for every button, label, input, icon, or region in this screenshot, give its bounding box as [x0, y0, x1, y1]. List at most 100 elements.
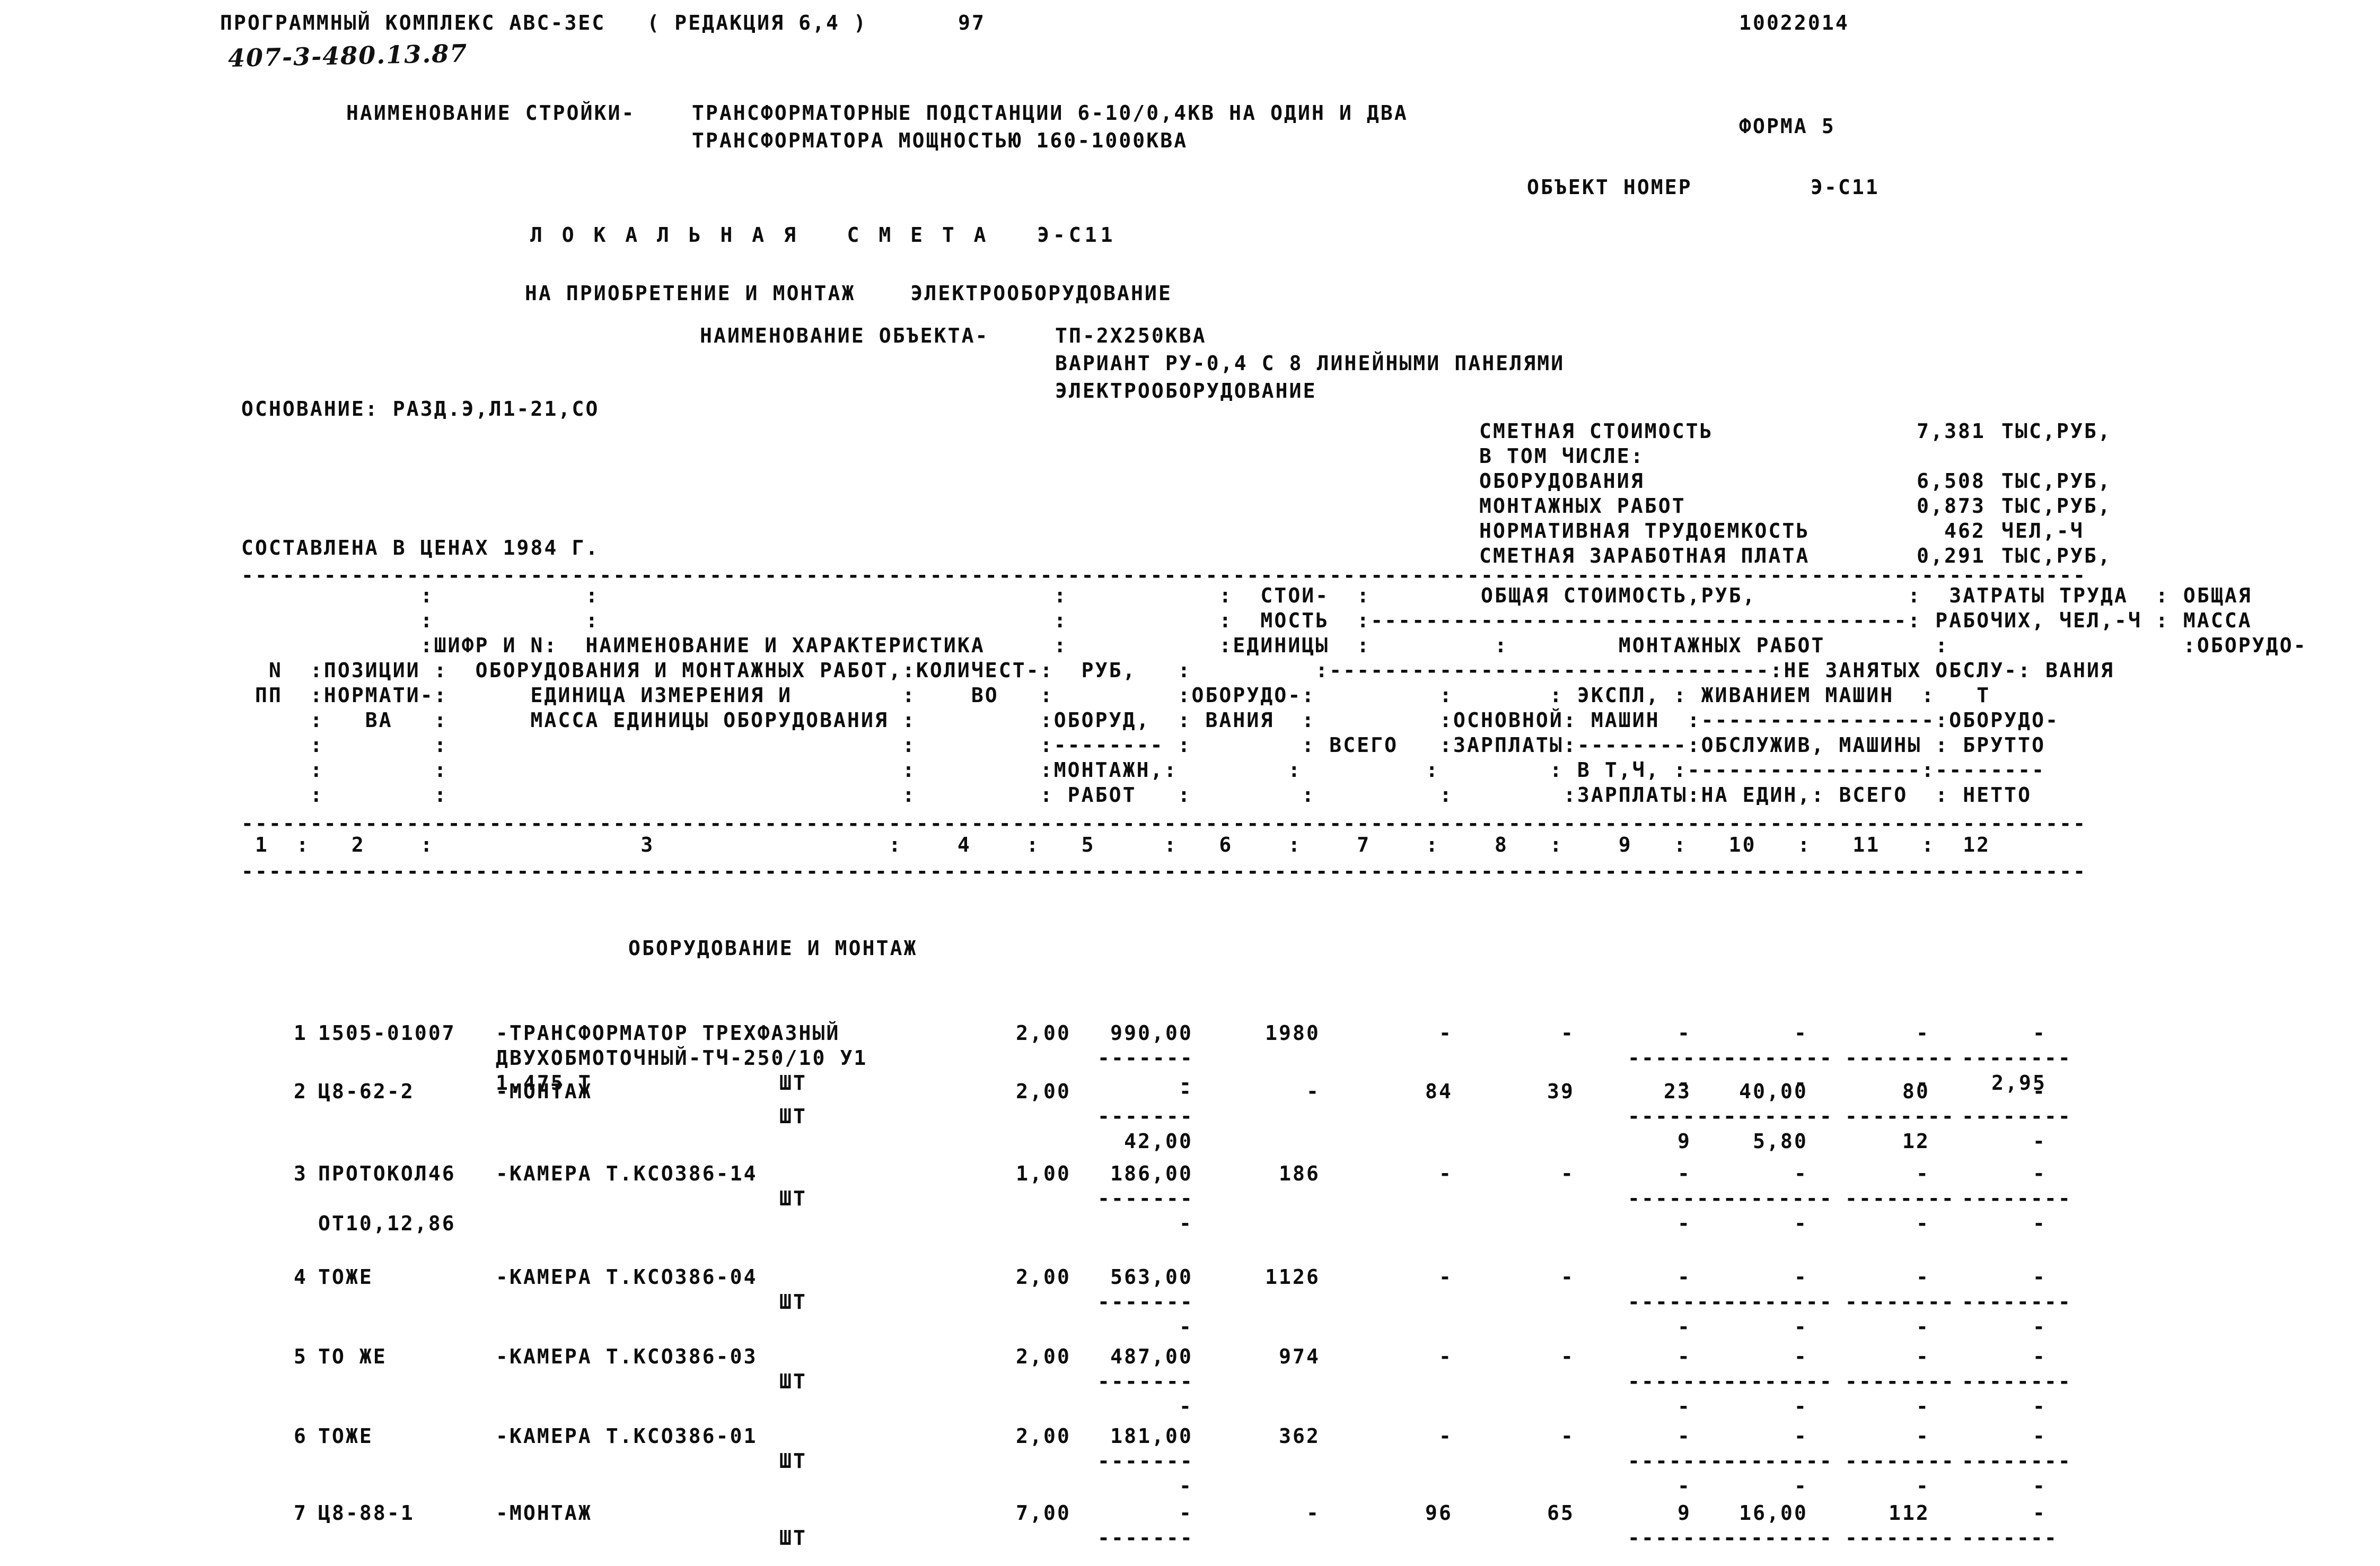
row-col12-mass: -: [2033, 1345, 2047, 1368]
row-col11-total-labour: -: [1916, 1265, 1930, 1289]
row-description-line-1: -КАМЕРА Т.КСО386-03: [496, 1345, 758, 1368]
row-quantity: 2,00: [1016, 1080, 1071, 1103]
summary-unit: ТЫС,РУБ,: [2001, 469, 2112, 493]
row-installation-price: -: [1179, 1315, 1193, 1338]
row-col12-divider: --------: [1962, 1370, 2072, 1393]
row-col9-divider: --------: [1628, 1290, 1738, 1314]
row-unit-of-measure: ШТ: [779, 1290, 807, 1314]
row-col11-divider: --------: [1845, 1526, 1955, 1550]
row-number: 5: [294, 1345, 308, 1368]
summary-unit: ТЫС,РУБ,: [2001, 494, 2112, 518]
row-number: 6: [294, 1424, 308, 1448]
row-col11-total-labour: 112: [1889, 1501, 1930, 1525]
row-unit-price: 563,00: [1110, 1265, 1193, 1289]
basis-line: ОСНОВАНИЕ: РАЗД.Э,Л1-21,СО: [241, 397, 600, 421]
row-col10-per-unit: 40,00: [1739, 1080, 1808, 1103]
row-col11-divider: --------: [1845, 1187, 1955, 1210]
program-title: ПРОГРАММНЫЙ КОМПЛЕКС АВС-3ЕС ( РЕДАКЦИЯ …: [220, 11, 867, 34]
row-col11-total-labour: -: [1916, 1162, 1930, 1185]
row-code: 1505-01007: [318, 1021, 456, 1045]
table-header-line: N :ПОЗИЦИИ : ОБОРУДОВАНИЯ И МОНТАЖНЫХ РА…: [241, 659, 2114, 682]
row-col12-secondary: -: [2033, 1212, 2047, 1235]
row-unit-price: 181,00: [1110, 1424, 1193, 1448]
row-col9-machine-operation: -: [1678, 1265, 1691, 1289]
row-unit-price: 990,00: [1110, 1021, 1193, 1045]
row-col10-divider: --------: [1723, 1046, 1833, 1070]
row-col12-secondary: -: [2033, 1315, 2047, 1338]
row-col12-mass: -: [2033, 1162, 2047, 1185]
page-number: 97: [958, 11, 986, 34]
row-code: ТОЖЕ: [318, 1265, 373, 1289]
handwritten-album-code: 407-3-480.13.87: [227, 39, 468, 73]
row-col10-divider: --------: [1723, 1105, 1833, 1128]
summary-value: 6,508: [1917, 469, 1986, 493]
row-description-line-1: -КАМЕРА Т.КСО386-01: [496, 1424, 758, 1448]
object-name-label: НАИМЕНОВАНИЕ ОБЪЕКТА-: [700, 324, 989, 347]
row-col10-divider: --------: [1723, 1449, 1833, 1473]
row-col10-divider: --------: [1723, 1370, 1833, 1393]
row-col12-mass: -: [2033, 1424, 2047, 1448]
row-unit-price: 487,00: [1110, 1345, 1193, 1368]
row-number: 3: [294, 1162, 308, 1185]
table-column-numbers: 1 : 2 : 3 : 4 : 5 : 6 : 7 : 8 : 9 : 10 :…: [241, 833, 1991, 856]
row-col12-mass: -: [2033, 1080, 2047, 1103]
row-col10-divider: --------: [1723, 1187, 1833, 1210]
row-unit-of-measure: ШТ: [779, 1526, 807, 1550]
row-code: Ц8-62-2: [318, 1080, 415, 1103]
row-quantity: 1,00: [1016, 1162, 1071, 1185]
row-col9-machine-operation: -: [1678, 1345, 1691, 1368]
row-price-divider: -------: [1097, 1046, 1194, 1070]
row-code: ТОЖЕ: [318, 1424, 373, 1448]
row-col11-total-labour: -: [1916, 1345, 1930, 1368]
row-col6-equipment-total: 974: [1279, 1345, 1320, 1368]
row-col6-equipment-total: 1126: [1265, 1265, 1320, 1289]
table-header-line: : ВА : МАССА ЕДИНИЦЫ ОБОРУДОВАНИЯ : :ОБО…: [241, 708, 2060, 732]
row-col6-equipment-total: -: [1306, 1080, 1320, 1103]
table-header-line: ПП :НОРМАТИ-: ЕДИНИЦА ИЗМЕРЕНИЯ И : ВО :…: [241, 684, 1991, 707]
row-col8-basic-wage: -: [1561, 1424, 1575, 1448]
row-col11-total-labour: -: [1916, 1021, 1930, 1045]
row-col6-equipment-total: 362: [1279, 1424, 1320, 1448]
row-description-line-1: -МОНТАЖ: [496, 1501, 592, 1525]
row-col6-equipment-total: 1980: [1265, 1021, 1320, 1045]
row-quantity: 2,00: [1016, 1021, 1071, 1045]
document-number: 10022014: [1739, 11, 1849, 34]
row-price-divider: -------: [1097, 1290, 1194, 1314]
row-price-divider: -------: [1097, 1370, 1194, 1393]
row-code: ПРОТОКОЛ46: [318, 1162, 456, 1185]
row-col8-basic-wage: -: [1561, 1162, 1575, 1185]
row-col10-per-unit: 16,00: [1739, 1501, 1808, 1525]
row-col10-divider: --------: [1723, 1290, 1833, 1314]
row-number: 4: [294, 1265, 308, 1289]
row-number: 2: [294, 1080, 308, 1103]
row-col12-secondary: -: [2033, 1395, 2047, 1418]
table-header-line: : : : : РАБОТ : : : :ЗАРПЛАТЫ:НА ЕДИН,: …: [241, 783, 2032, 807]
row-col9-machine-operation: -: [1678, 1162, 1691, 1185]
table-columns-divider: ----------------------------------------…: [241, 860, 2087, 883]
prices-year-line: СОСТАВЛЕНА В ЦЕНАХ 1984 Г.: [241, 536, 600, 559]
site-name-line-2: ТРАНСФОРМАТОРА МОЩНОСТЬЮ 160-1000КВА: [692, 129, 1188, 152]
row-description-line-1: -КАМЕРА Т.КСО386-14: [496, 1162, 758, 1185]
row-col8-basic-wage: -: [1561, 1021, 1575, 1045]
row-unit-price: 186,00: [1110, 1162, 1193, 1185]
row-price-divider: -------: [1097, 1187, 1194, 1210]
row-col10-secondary: -: [1794, 1212, 1808, 1235]
row-unit-of-measure: ШТ: [779, 1370, 807, 1393]
row-col11-divider: --------: [1845, 1449, 1955, 1473]
table-header-line: : : : :-------- : : ВСЕГО :ЗАРПЛАТЫ:----…: [241, 733, 2046, 757]
row-col11-divider: --------: [1845, 1046, 1955, 1070]
row-col9-divider: --------: [1628, 1187, 1738, 1210]
row-col8-basic-wage: 39: [1547, 1080, 1575, 1103]
row-unit-of-measure: ШТ: [779, 1105, 807, 1128]
row-col9-divider: --------: [1628, 1370, 1738, 1393]
row-col11-divider: --------: [1845, 1105, 1955, 1128]
row-col7-total: -: [1439, 1345, 1453, 1368]
row-col7-total: -: [1439, 1265, 1453, 1289]
summary-value: 462: [1944, 519, 1986, 543]
row-description-line-2: ДВУХОБМОТОЧНЫЙ-ТЧ-250/10 У1: [496, 1046, 868, 1070]
row-unit-of-measure: ШТ: [779, 1187, 807, 1210]
site-name-line-1: ТРАНСФОРМАТОРНЫЕ ПОДСТАНЦИИ 6-10/0,4КВ Н…: [692, 101, 1408, 125]
table-header-line: :ШИФР И N: НАИМЕНОВАНИЕ И ХАРАКТЕРИСТИКА…: [241, 634, 2307, 657]
summary-label: МОНТАЖНЫХ РАБОТ: [1479, 494, 1686, 518]
summary-unit: ЧЕЛ,-Ч: [2001, 519, 2084, 543]
